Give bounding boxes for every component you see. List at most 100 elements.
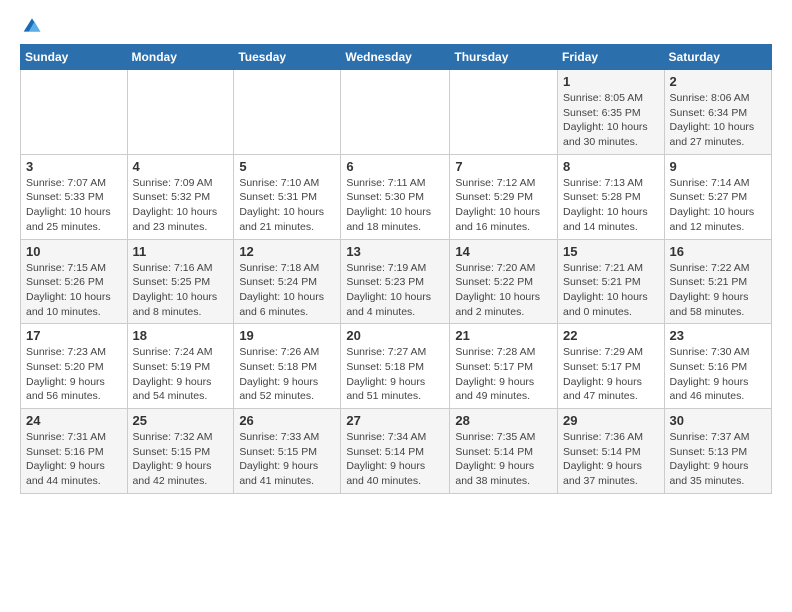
day-number: 2 [670,74,766,89]
calendar-cell: 10 Sunrise: 7:15 AM Sunset: 5:26 PM Dayli… [21,239,128,324]
day-detail: Sunrise: 7:15 AM Sunset: 5:26 PM Dayligh… [26,261,122,320]
day-detail: Sunrise: 8:06 AM Sunset: 6:34 PM Dayligh… [670,91,766,150]
day-detail: Sunrise: 7:20 AM Sunset: 5:22 PM Dayligh… [455,261,552,320]
day-number: 12 [239,244,335,259]
calendar-cell: 21 Sunrise: 7:28 AM Sunset: 5:17 PM Dayli… [450,324,558,409]
day-number: 7 [455,159,552,174]
day-detail: Sunrise: 7:37 AM Sunset: 5:13 PM Dayligh… [670,430,766,489]
calendar-week-4: 17 Sunrise: 7:23 AM Sunset: 5:20 PM Dayli… [21,324,772,409]
day-detail: Sunrise: 8:05 AM Sunset: 6:35 PM Dayligh… [563,91,659,150]
day-number: 28 [455,413,552,428]
calendar-cell: 24 Sunrise: 7:31 AM Sunset: 5:16 PM Dayli… [21,409,128,494]
day-detail: Sunrise: 7:22 AM Sunset: 5:21 PM Dayligh… [670,261,766,320]
calendar-cell: 18 Sunrise: 7:24 AM Sunset: 5:19 PM Dayli… [127,324,234,409]
calendar-cell [127,70,234,155]
day-number: 20 [346,328,444,343]
day-detail: Sunrise: 7:16 AM Sunset: 5:25 PM Dayligh… [133,261,229,320]
day-number: 25 [133,413,229,428]
calendar-cell: 17 Sunrise: 7:23 AM Sunset: 5:20 PM Dayli… [21,324,128,409]
calendar-cell: 22 Sunrise: 7:29 AM Sunset: 5:17 PM Dayli… [558,324,665,409]
calendar-cell: 4Sunrise: 7:09 AM Sunset: 5:32 PM Daylig… [127,154,234,239]
calendar-cell [234,70,341,155]
day-detail: Sunrise: 7:36 AM Sunset: 5:14 PM Dayligh… [563,430,659,489]
logo-text [20,16,42,34]
day-detail: Sunrise: 7:13 AM Sunset: 5:28 PM Dayligh… [563,176,659,235]
calendar-cell: 27Sunrise: 7:34 AM Sunset: 5:14 PM Dayli… [341,409,450,494]
day-number: 27 [346,413,444,428]
calendar-cell: 30 Sunrise: 7:37 AM Sunset: 5:13 PM Dayli… [664,409,771,494]
calendar-cell: 6 Sunrise: 7:11 AM Sunset: 5:30 PM Daylig… [341,154,450,239]
day-number: 29 [563,413,659,428]
day-number: 5 [239,159,335,174]
day-number: 26 [239,413,335,428]
calendar-cell: 15 Sunrise: 7:21 AM Sunset: 5:21 PM Dayli… [558,239,665,324]
day-detail: Sunrise: 7:31 AM Sunset: 5:16 PM Dayligh… [26,430,122,489]
weekday-header-thursday: Thursday [450,45,558,70]
day-number: 9 [670,159,766,174]
day-number: 18 [133,328,229,343]
page: SundayMondayTuesdayWednesdayThursdayFrid… [0,0,792,510]
day-number: 17 [26,328,122,343]
calendar-cell: 19 Sunrise: 7:26 AM Sunset: 5:18 PM Dayli… [234,324,341,409]
weekday-header-tuesday: Tuesday [234,45,341,70]
day-detail: Sunrise: 7:12 AM Sunset: 5:29 PM Dayligh… [455,176,552,235]
day-number: 10 [26,244,122,259]
day-detail: Sunrise: 7:29 AM Sunset: 5:17 PM Dayligh… [563,345,659,404]
calendar-cell: 7 Sunrise: 7:12 AM Sunset: 5:29 PM Daylig… [450,154,558,239]
weekday-header-friday: Friday [558,45,665,70]
day-number: 16 [670,244,766,259]
calendar-cell: 12 Sunrise: 7:18 AM Sunset: 5:24 PM Dayli… [234,239,341,324]
calendar-week-3: 10 Sunrise: 7:15 AM Sunset: 5:26 PM Dayli… [21,239,772,324]
day-detail: Sunrise: 7:18 AM Sunset: 5:24 PM Dayligh… [239,261,335,320]
day-detail: Sunrise: 7:21 AM Sunset: 5:21 PM Dayligh… [563,261,659,320]
day-detail: Sunrise: 7:10 AM Sunset: 5:31 PM Dayligh… [239,176,335,235]
calendar-cell: 26 Sunrise: 7:33 AM Sunset: 5:15 PM Dayli… [234,409,341,494]
calendar-cell: 29 Sunrise: 7:36 AM Sunset: 5:14 PM Dayli… [558,409,665,494]
day-detail: Sunrise: 7:23 AM Sunset: 5:20 PM Dayligh… [26,345,122,404]
day-number: 6 [346,159,444,174]
day-number: 8 [563,159,659,174]
weekday-header-wednesday: Wednesday [341,45,450,70]
day-number: 1 [563,74,659,89]
calendar-cell: 1 Sunrise: 8:05 AM Sunset: 6:35 PM Daylig… [558,70,665,155]
day-detail: Sunrise: 7:24 AM Sunset: 5:19 PM Dayligh… [133,345,229,404]
day-number: 30 [670,413,766,428]
day-number: 21 [455,328,552,343]
day-detail: Sunrise: 7:11 AM Sunset: 5:30 PM Dayligh… [346,176,444,235]
calendar-week-1: 1 Sunrise: 8:05 AM Sunset: 6:35 PM Daylig… [21,70,772,155]
day-number: 3 [26,159,122,174]
weekday-header-monday: Monday [127,45,234,70]
day-detail: Sunrise: 7:30 AM Sunset: 5:16 PM Dayligh… [670,345,766,404]
day-detail: Sunrise: 7:19 AM Sunset: 5:23 PM Dayligh… [346,261,444,320]
calendar-week-5: 24 Sunrise: 7:31 AM Sunset: 5:16 PM Dayli… [21,409,772,494]
day-number: 19 [239,328,335,343]
day-detail: Sunrise: 7:32 AM Sunset: 5:15 PM Dayligh… [133,430,229,489]
calendar-cell [21,70,128,155]
day-detail: Sunrise: 7:26 AM Sunset: 5:18 PM Dayligh… [239,345,335,404]
logo-icon [22,16,42,34]
header [20,16,772,34]
calendar-cell: 9 Sunrise: 7:14 AM Sunset: 5:27 PM Daylig… [664,154,771,239]
calendar-cell: 14 Sunrise: 7:20 AM Sunset: 5:22 PM Dayli… [450,239,558,324]
day-number: 15 [563,244,659,259]
day-detail: Sunrise: 7:33 AM Sunset: 5:15 PM Dayligh… [239,430,335,489]
calendar-cell: 8 Sunrise: 7:13 AM Sunset: 5:28 PM Daylig… [558,154,665,239]
day-detail: Sunrise: 7:14 AM Sunset: 5:27 PM Dayligh… [670,176,766,235]
calendar-cell: 23 Sunrise: 7:30 AM Sunset: 5:16 PM Dayli… [664,324,771,409]
calendar-header-row: SundayMondayTuesdayWednesdayThursdayFrid… [21,45,772,70]
day-detail: Sunrise: 7:28 AM Sunset: 5:17 PM Dayligh… [455,345,552,404]
weekday-header-sunday: Sunday [21,45,128,70]
calendar-cell: 28Sunrise: 7:35 AM Sunset: 5:14 PM Dayli… [450,409,558,494]
calendar-cell: 25 Sunrise: 7:32 AM Sunset: 5:15 PM Dayli… [127,409,234,494]
day-number: 23 [670,328,766,343]
calendar-cell: 16 Sunrise: 7:22 AM Sunset: 5:21 PM Dayli… [664,239,771,324]
calendar-cell: 11Sunrise: 7:16 AM Sunset: 5:25 PM Dayli… [127,239,234,324]
day-number: 14 [455,244,552,259]
calendar-cell [341,70,450,155]
day-detail: Sunrise: 7:09 AM Sunset: 5:32 PM Dayligh… [133,176,229,235]
calendar-cell: 13Sunrise: 7:19 AM Sunset: 5:23 PM Dayli… [341,239,450,324]
day-number: 24 [26,413,122,428]
calendar-cell: 20Sunrise: 7:27 AM Sunset: 5:18 PM Dayli… [341,324,450,409]
day-number: 22 [563,328,659,343]
calendar: SundayMondayTuesdayWednesdayThursdayFrid… [20,44,772,494]
